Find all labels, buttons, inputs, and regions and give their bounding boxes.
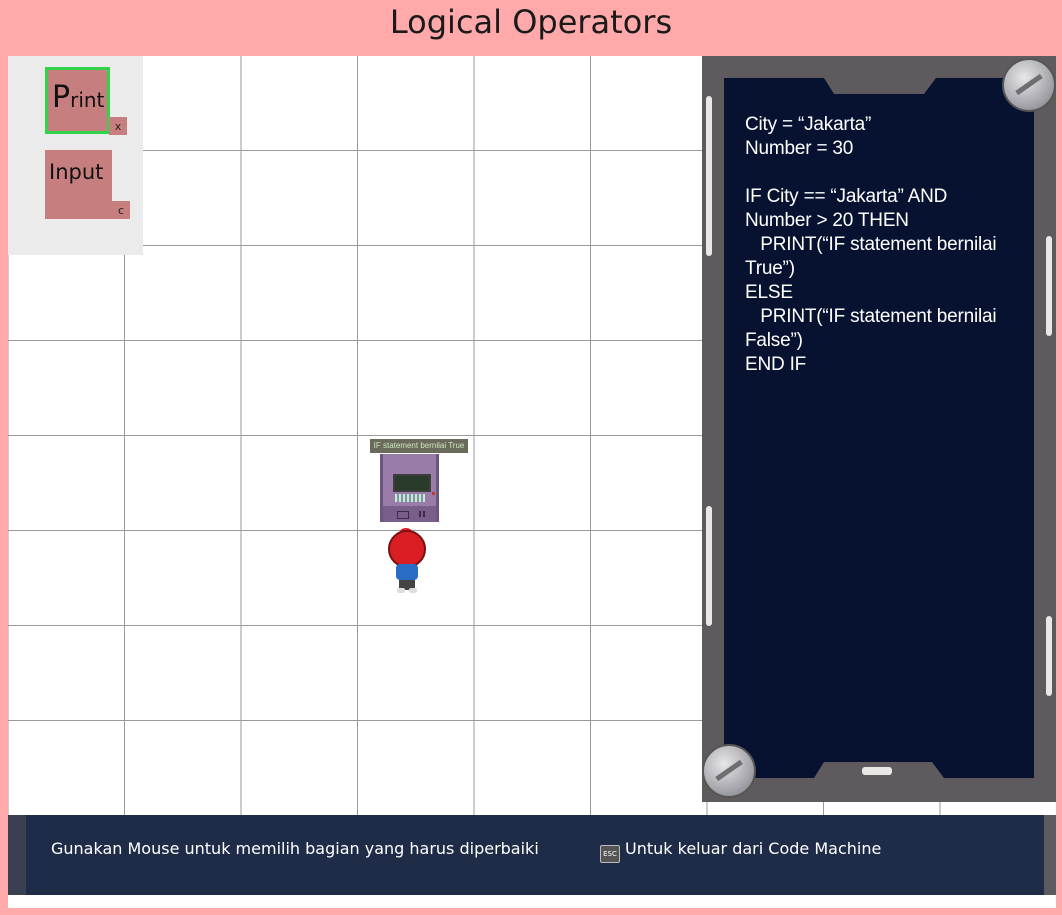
player-character: [386, 528, 430, 594]
frame-rail: [1046, 236, 1052, 336]
terminal-vent: [419, 511, 427, 517]
bar-edge: [8, 815, 26, 895]
terminal-base: [383, 506, 436, 522]
esc-key-icon: ESC: [600, 845, 620, 863]
player-shoe: [397, 588, 405, 593]
esc-hint: ESC Untuk keluar dari Code Machine: [600, 838, 881, 863]
player-body: [396, 564, 418, 580]
input-tool-label: Input: [49, 160, 104, 184]
frame-rail: [706, 96, 712, 256]
input-shortcut-key: c: [112, 201, 130, 219]
player-shoe: [409, 588, 417, 593]
terminal-keyboard: [395, 494, 425, 502]
frame-rail: [1046, 616, 1052, 696]
page-title: Logical Operators: [389, 3, 673, 41]
print-tool-button[interactable]: Print x: [45, 67, 127, 135]
print-shortcut-key: x: [109, 117, 127, 135]
terminal-output-label: IF statement bernilai True: [370, 439, 468, 453]
frame-rail: [862, 767, 892, 775]
terminal-screen: [393, 474, 431, 492]
code-listing[interactable]: City = “Jakarta” Number = 30 IF City == …: [745, 113, 1035, 377]
terminal-light: [432, 492, 435, 495]
mouse-hint: Gunakan Mouse untuk memilih bagian yang …: [51, 839, 539, 858]
bolt-icon: [1002, 58, 1056, 112]
frame-rail: [706, 506, 712, 626]
esc-hint-text: Untuk keluar dari Code Machine: [625, 839, 882, 858]
terminal-slot: [397, 511, 409, 519]
player-hair: [388, 530, 426, 568]
grid-bottom-strip: [8, 895, 1056, 908]
input-tool-button[interactable]: Input c: [45, 150, 130, 219]
computer-terminal-icon[interactable]: [380, 454, 439, 522]
print-tool-label: Print: [52, 80, 105, 115]
bolt-icon: [702, 744, 756, 798]
bar-edge: [1044, 815, 1056, 895]
